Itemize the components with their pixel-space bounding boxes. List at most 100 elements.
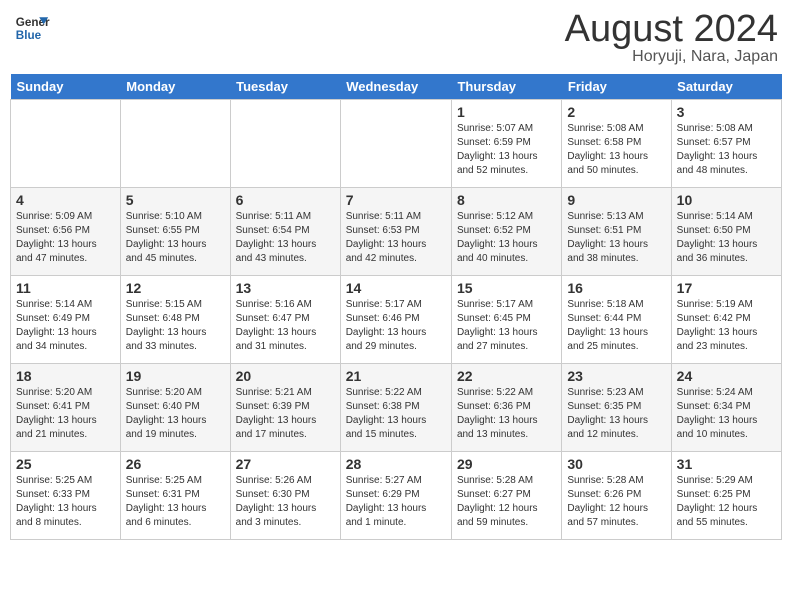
day-cell-28: 25 Sunrise: 5:25 AMSunset: 6:33 PMDayligh… [11, 452, 121, 540]
day-info: Sunrise: 5:09 AMSunset: 6:56 PMDaylight:… [16, 210, 115, 266]
weekday-header-sunday: Sunday [11, 74, 121, 100]
svg-text:Blue: Blue [16, 29, 42, 42]
day-info: Sunrise: 5:25 AMSunset: 6:31 PMDaylight:… [126, 474, 225, 530]
location-title: Horyuji, Nara, Japan [565, 48, 778, 66]
week-row-2: 4 Sunrise: 5:09 AMSunset: 6:56 PMDaylight… [11, 188, 782, 276]
weekday-header-friday: Friday [562, 74, 671, 100]
day-cell-9: 6 Sunrise: 5:11 AMSunset: 6:54 PMDaylight… [230, 188, 340, 276]
weekday-header-tuesday: Tuesday [230, 74, 340, 100]
day-number: 6 [236, 192, 335, 208]
day-number: 2 [567, 104, 665, 120]
weekday-header-row: SundayMondayTuesdayWednesdayThursdayFrid… [11, 74, 782, 100]
day-cell-17: 14 Sunrise: 5:17 AMSunset: 6:46 PMDayligh… [340, 276, 451, 364]
day-cell-20: 17 Sunrise: 5:19 AMSunset: 6:42 PMDayligh… [671, 276, 781, 364]
day-number: 13 [236, 280, 335, 296]
page-header: General Blue August 2024 Horyuji, Nara, … [10, 10, 782, 66]
day-cell-7: 4 Sunrise: 5:09 AMSunset: 6:56 PMDaylight… [11, 188, 121, 276]
day-cell-25: 22 Sunrise: 5:22 AMSunset: 6:36 PMDayligh… [451, 364, 561, 452]
day-info: Sunrise: 5:17 AMSunset: 6:45 PMDaylight:… [457, 298, 556, 354]
day-info: Sunrise: 5:20 AMSunset: 6:41 PMDaylight:… [16, 386, 115, 442]
day-info: Sunrise: 5:17 AMSunset: 6:46 PMDaylight:… [346, 298, 446, 354]
day-cell-24: 21Sunrise: 5:22 AMSunset: 6:38 PMDayligh… [340, 364, 451, 452]
day-info: Sunrise: 5:28 AMSunset: 6:26 PMDaylight:… [567, 474, 665, 530]
day-number: 24 [677, 368, 776, 384]
day-number: 12 [126, 280, 225, 296]
day-cell-18: 15 Sunrise: 5:17 AMSunset: 6:45 PMDayligh… [451, 276, 561, 364]
day-cell-32: 29 Sunrise: 5:28 AMSunset: 6:27 PMDayligh… [451, 452, 561, 540]
day-cell-30: 27Sunrise: 5:26 AMSunset: 6:30 PMDayligh… [230, 452, 340, 540]
day-number: 17 [677, 280, 776, 296]
day-info: Sunrise: 5:15 AMSunset: 6:48 PMDaylight:… [126, 298, 225, 354]
day-info: Sunrise: 5:21 AMSunset: 6:39 PMDaylight:… [236, 386, 335, 442]
day-number: 31 [677, 456, 776, 472]
day-cell-10: 7 Sunrise: 5:11 AMSunset: 6:53 PMDaylight… [340, 188, 451, 276]
day-number: 25 [16, 456, 115, 472]
day-number: 29 [457, 456, 556, 472]
day-info: Sunrise: 5:24 AMSunset: 6:34 PMDaylight:… [677, 386, 776, 442]
day-number: 15 [457, 280, 556, 296]
day-number: 7 [346, 192, 446, 208]
day-number: 19 [126, 368, 225, 384]
day-cell-2 [230, 100, 340, 188]
day-cell-31: 28 Sunrise: 5:27 AMSunset: 6:29 PMDayligh… [340, 452, 451, 540]
day-cell-27: 24 Sunrise: 5:24 AMSunset: 6:34 PMDayligh… [671, 364, 781, 452]
day-cell-29: 26 Sunrise: 5:25 AMSunset: 6:31 PMDayligh… [120, 452, 230, 540]
week-row-4: 18Sunrise: 5:20 AMSunset: 6:41 PMDayligh… [11, 364, 782, 452]
day-cell-15: 12 Sunrise: 5:15 AMSunset: 6:48 PMDayligh… [120, 276, 230, 364]
day-cell-0 [11, 100, 121, 188]
title-block: August 2024 Horyuji, Nara, Japan [565, 10, 778, 66]
day-cell-11: 8Sunrise: 5:12 AMSunset: 6:52 PMDaylight… [451, 188, 561, 276]
day-cell-33: 30Sunrise: 5:28 AMSunset: 6:26 PMDayligh… [562, 452, 671, 540]
day-cell-14: 11 Sunrise: 5:14 AMSunset: 6:49 PMDayligh… [11, 276, 121, 364]
day-info: Sunrise: 5:22 AMSunset: 6:38 PMDaylight:… [346, 386, 446, 442]
day-number: 3 [677, 104, 776, 120]
logo: General Blue [14, 10, 50, 46]
day-number: 23 [567, 368, 665, 384]
day-info: Sunrise: 5:26 AMSunset: 6:30 PMDaylight:… [236, 474, 335, 530]
day-cell-16: 13 Sunrise: 5:16 AMSunset: 6:47 PMDayligh… [230, 276, 340, 364]
day-number: 22 [457, 368, 556, 384]
day-cell-23: 20 Sunrise: 5:21 AMSunset: 6:39 PMDayligh… [230, 364, 340, 452]
day-cell-21: 18Sunrise: 5:20 AMSunset: 6:41 PMDayligh… [11, 364, 121, 452]
day-info: Sunrise: 5:18 AMSunset: 6:44 PMDaylight:… [567, 298, 665, 354]
weekday-header-monday: Monday [120, 74, 230, 100]
day-cell-5: 2Sunrise: 5:08 AMSunset: 6:58 PMDaylight… [562, 100, 671, 188]
day-number: 1 [457, 104, 556, 120]
day-info: Sunrise: 5:07 AMSunset: 6:59 PMDaylight:… [457, 122, 556, 178]
day-info: Sunrise: 5:11 AMSunset: 6:54 PMDaylight:… [236, 210, 335, 266]
day-cell-1 [120, 100, 230, 188]
calendar-table: SundayMondayTuesdayWednesdayThursdayFrid… [10, 74, 782, 540]
day-info: Sunrise: 5:19 AMSunset: 6:42 PMDaylight:… [677, 298, 776, 354]
day-number: 28 [346, 456, 446, 472]
day-info: Sunrise: 5:25 AMSunset: 6:33 PMDaylight:… [16, 474, 115, 530]
day-info: Sunrise: 5:23 AMSunset: 6:35 PMDaylight:… [567, 386, 665, 442]
day-cell-3 [340, 100, 451, 188]
day-info: Sunrise: 5:10 AMSunset: 6:55 PMDaylight:… [126, 210, 225, 266]
day-number: 14 [346, 280, 446, 296]
weekday-header-saturday: Saturday [671, 74, 781, 100]
day-info: Sunrise: 5:14 AMSunset: 6:49 PMDaylight:… [16, 298, 115, 354]
week-row-5: 25 Sunrise: 5:25 AMSunset: 6:33 PMDayligh… [11, 452, 782, 540]
day-info: Sunrise: 5:27 AMSunset: 6:29 PMDaylight:… [346, 474, 446, 530]
day-cell-8: 5 Sunrise: 5:10 AMSunset: 6:55 PMDaylight… [120, 188, 230, 276]
day-number: 20 [236, 368, 335, 384]
day-number: 4 [16, 192, 115, 208]
day-number: 26 [126, 456, 225, 472]
day-cell-4: 1 Sunrise: 5:07 AMSunset: 6:59 PMDaylight… [451, 100, 561, 188]
day-number: 5 [126, 192, 225, 208]
day-cell-26: 23 Sunrise: 5:23 AMSunset: 6:35 PMDayligh… [562, 364, 671, 452]
day-number: 11 [16, 280, 115, 296]
day-info: Sunrise: 5:20 AMSunset: 6:40 PMDaylight:… [126, 386, 225, 442]
day-info: Sunrise: 5:11 AMSunset: 6:53 PMDaylight:… [346, 210, 446, 266]
day-info: Sunrise: 5:14 AMSunset: 6:50 PMDaylight:… [677, 210, 776, 266]
day-info: Sunrise: 5:08 AMSunset: 6:57 PMDaylight:… [677, 122, 776, 178]
day-info: Sunrise: 5:16 AMSunset: 6:47 PMDaylight:… [236, 298, 335, 354]
day-info: Sunrise: 5:28 AMSunset: 6:27 PMDaylight:… [457, 474, 556, 530]
day-info: Sunrise: 5:12 AMSunset: 6:52 PMDaylight:… [457, 210, 556, 266]
day-cell-13: 10Sunrise: 5:14 AMSunset: 6:50 PMDayligh… [671, 188, 781, 276]
week-row-3: 11 Sunrise: 5:14 AMSunset: 6:49 PMDayligh… [11, 276, 782, 364]
day-info: Sunrise: 5:13 AMSunset: 6:51 PMDaylight:… [567, 210, 665, 266]
day-cell-6: 3 Sunrise: 5:08 AMSunset: 6:57 PMDaylight… [671, 100, 781, 188]
day-info: Sunrise: 5:22 AMSunset: 6:36 PMDaylight:… [457, 386, 556, 442]
week-row-1: 1 Sunrise: 5:07 AMSunset: 6:59 PMDaylight… [11, 100, 782, 188]
